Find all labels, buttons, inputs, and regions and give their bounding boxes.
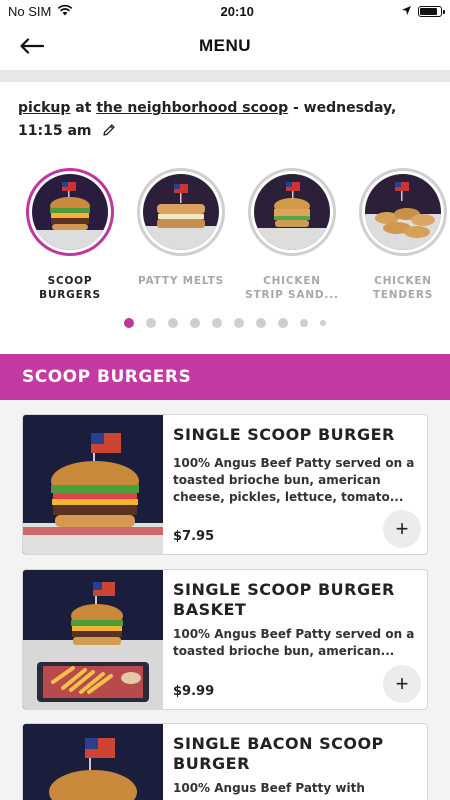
category-image-chicken-strip	[254, 174, 330, 250]
location-arrow-icon	[401, 4, 412, 19]
pickup-info: pickup at the neighborhood scoop - wedne…	[18, 97, 432, 145]
category-patty-melts[interactable]: PATTY MELTS	[135, 168, 227, 288]
carousel-pagination	[0, 318, 450, 328]
page-dot[interactable]	[168, 318, 178, 328]
category-chicken-tenders[interactable]: CHICKEN TENDERS	[357, 168, 449, 302]
menu-item-description: 100% Angus Beef Patty with	[173, 781, 365, 795]
category-label: PATTY MELTS	[138, 275, 224, 287]
menu-item-image	[23, 570, 163, 709]
status-left: No SIM	[8, 4, 73, 19]
menu-item-description: 100% Angus Beef Patty served on a toaste…	[173, 456, 415, 504]
battery-fill	[420, 7, 437, 15]
back-arrow-icon	[20, 38, 44, 54]
page-title: MENU	[198, 36, 252, 55]
page-dot[interactable]	[278, 318, 288, 328]
menu-item-name: SINGLE BACON SCOOP BURGER	[173, 734, 384, 773]
menu-item-price: $7.95	[173, 529, 215, 544]
section-title: SCOOP BURGERS	[22, 367, 192, 387]
page-dot[interactable]	[256, 318, 266, 328]
category-ring	[248, 168, 336, 256]
menu-item-list: SINGLE SCOOP BURGER 100% Angus Beef Patt…	[0, 400, 450, 800]
pickup-location-link[interactable]: the neighborhood scoop	[96, 100, 288, 116]
menu-item-name: SINGLE SCOOP BURGER	[173, 425, 395, 444]
menu-item-name: SINGLE SCOOP BURGER BASKET	[173, 580, 395, 619]
category-label: CHICKEN TENDERS	[372, 275, 434, 301]
clock: 20:10	[220, 3, 254, 19]
page-dot[interactable]	[320, 320, 326, 326]
category-image-patty-melts	[143, 174, 219, 250]
menu-item-price: $9.99	[173, 684, 215, 699]
add-to-cart-button[interactable]: +	[383, 665, 421, 703]
category-ring	[26, 168, 114, 256]
section-header: SCOOP BURGERS	[0, 354, 450, 400]
page-dot[interactable]	[190, 318, 200, 328]
page-dot[interactable]	[124, 318, 134, 328]
pickup-mode-link[interactable]: pickup	[18, 100, 70, 116]
header: MENU	[0, 22, 450, 70]
menu-item-description: 100% Angus Beef Patty served on a toaste…	[173, 627, 415, 658]
page-dot[interactable]	[234, 318, 244, 328]
category-carousel: SCOOP BURGERS PATTY MELTS CHICKEN STRIP …	[0, 168, 450, 308]
status-bar: No SIM 20:10	[0, 0, 450, 22]
menu-item-card[interactable]: SINGLE SCOOP BURGER 100% Angus Beef Patt…	[22, 414, 428, 555]
back-button[interactable]	[18, 34, 46, 58]
category-label: SCOOP BURGERS	[39, 275, 101, 301]
pencil-icon[interactable]	[102, 122, 116, 145]
category-image-chicken-tenders	[365, 174, 441, 250]
category-image-scoop-burgers	[32, 174, 108, 250]
menu-item-card[interactable]: SINGLE SCOOP BURGER BASKET 100% Angus Be…	[22, 569, 428, 710]
carrier-label: No SIM	[8, 3, 52, 19]
menu-item-card[interactable]: SINGLE BACON SCOOP BURGER 100% Angus Bee…	[22, 723, 428, 800]
category-chicken-strip-sandwich[interactable]: CHICKEN STRIP SAND...	[245, 168, 338, 302]
status-right	[401, 4, 445, 19]
header-divider-band	[0, 70, 450, 82]
page-dot[interactable]	[146, 318, 156, 328]
wifi-icon	[57, 4, 73, 19]
category-ring	[137, 168, 225, 256]
pickup-connector: at	[75, 100, 92, 116]
page-dot[interactable]	[212, 318, 222, 328]
category-ring	[359, 168, 447, 256]
page-dot[interactable]	[300, 319, 308, 327]
category-scoop-burgers[interactable]: SCOOP BURGERS	[24, 168, 116, 302]
category-label: CHICKEN STRIP SAND...	[245, 275, 339, 301]
menu-item-image	[23, 724, 163, 800]
menu-item-image	[23, 415, 163, 554]
add-to-cart-button[interactable]: +	[383, 510, 421, 548]
battery-icon	[418, 5, 445, 17]
